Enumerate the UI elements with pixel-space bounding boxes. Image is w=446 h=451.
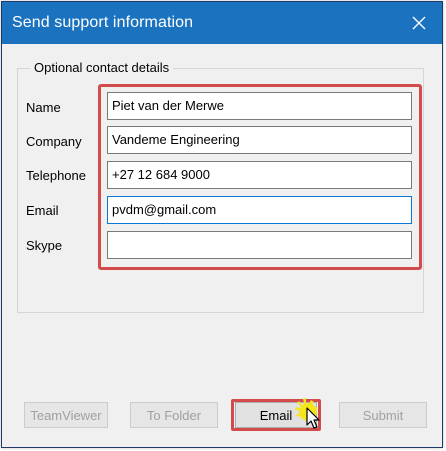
close-icon: [412, 16, 426, 30]
mouse-cursor-icon: [295, 398, 320, 429]
company-label: Company: [26, 134, 82, 149]
window-title: Send support information: [12, 14, 194, 31]
telephone-label: Telephone: [26, 168, 86, 183]
to-folder-button[interactable]: To Folder: [130, 402, 218, 428]
skype-label: Skype: [26, 238, 63, 253]
submit-button[interactable]: Submit: [339, 402, 427, 428]
dialog-body: Optional contact details Name Company Te…: [2, 44, 442, 447]
dialog-window: Send support information Optional contac…: [1, 1, 443, 448]
group-legend: Optional contact details: [30, 60, 174, 76]
fields-highlight: [98, 84, 422, 270]
title-bar[interactable]: Send support information: [2, 2, 442, 44]
name-label: Name: [26, 100, 61, 115]
teamviewer-button[interactable]: TeamViewer: [24, 402, 108, 428]
email-label: Email: [26, 203, 59, 218]
close-button[interactable]: [396, 2, 442, 44]
